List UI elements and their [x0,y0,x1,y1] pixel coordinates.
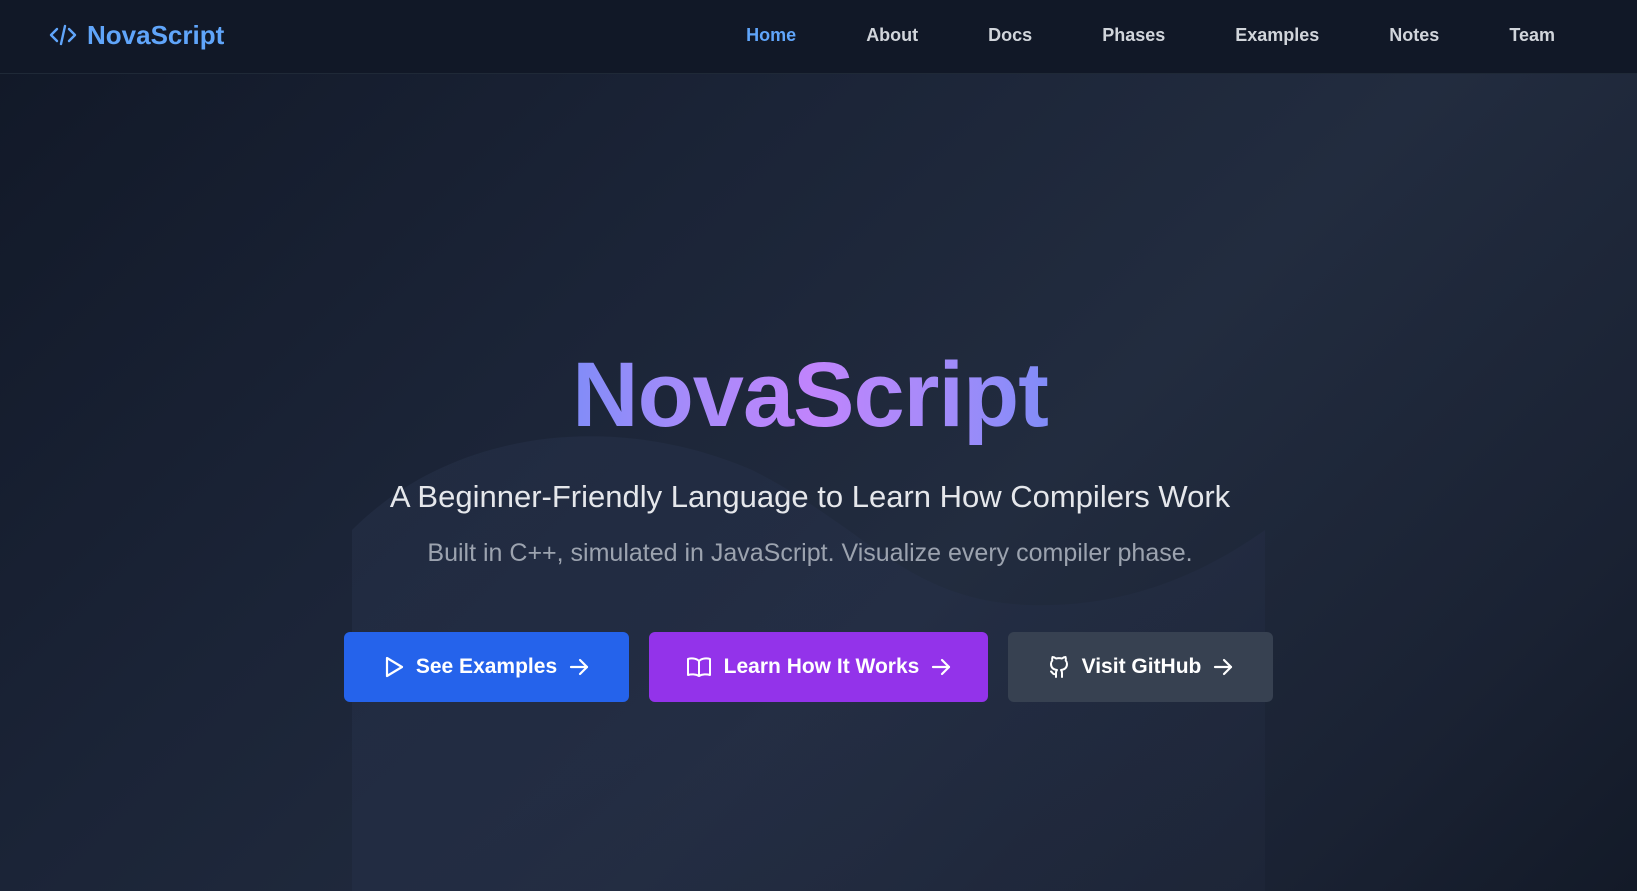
play-icon [384,656,404,678]
arrow-right-icon [1213,658,1233,676]
github-icon [1048,655,1070,679]
brand-logo[interactable]: NovaScript [49,0,224,70]
hero-title: NovaScript [572,344,1049,446]
hero-tagline: Built in C++, simulated in JavaScript. V… [427,539,1193,567]
see-examples-label: See Examples [415,655,558,678]
nav-link-notes[interactable]: Notes [1389,26,1439,44]
code-icon [49,24,77,46]
navbar: NovaScript Home About Docs Phases Exampl… [0,0,1637,74]
learn-how-button[interactable]: Learn How It Works [649,632,988,702]
nav-link-about[interactable]: About [866,26,918,44]
book-open-icon [686,656,712,678]
arrow-right-icon [569,658,589,676]
arrow-right-icon [931,658,951,676]
see-examples-button[interactable]: See Examples [344,632,629,702]
nav-link-team[interactable]: Team [1509,26,1555,44]
nav-link-home[interactable]: Home [746,26,796,44]
visit-github-label: Visit GitHub [1081,655,1202,678]
learn-how-label: Learn How It Works [723,655,920,678]
visit-github-button[interactable]: Visit GitHub [1008,632,1273,702]
brand-name: NovaScript [87,19,225,50]
nav-link-examples[interactable]: Examples [1235,26,1319,44]
nav-menu: Home About Docs Phases Examples Notes Te… [746,0,1555,70]
hero-subtitle: A Beginner-Friendly Language to Learn Ho… [389,479,1231,514]
nav-link-docs[interactable]: Docs [988,26,1032,44]
nav-link-phases[interactable]: Phases [1102,26,1165,44]
